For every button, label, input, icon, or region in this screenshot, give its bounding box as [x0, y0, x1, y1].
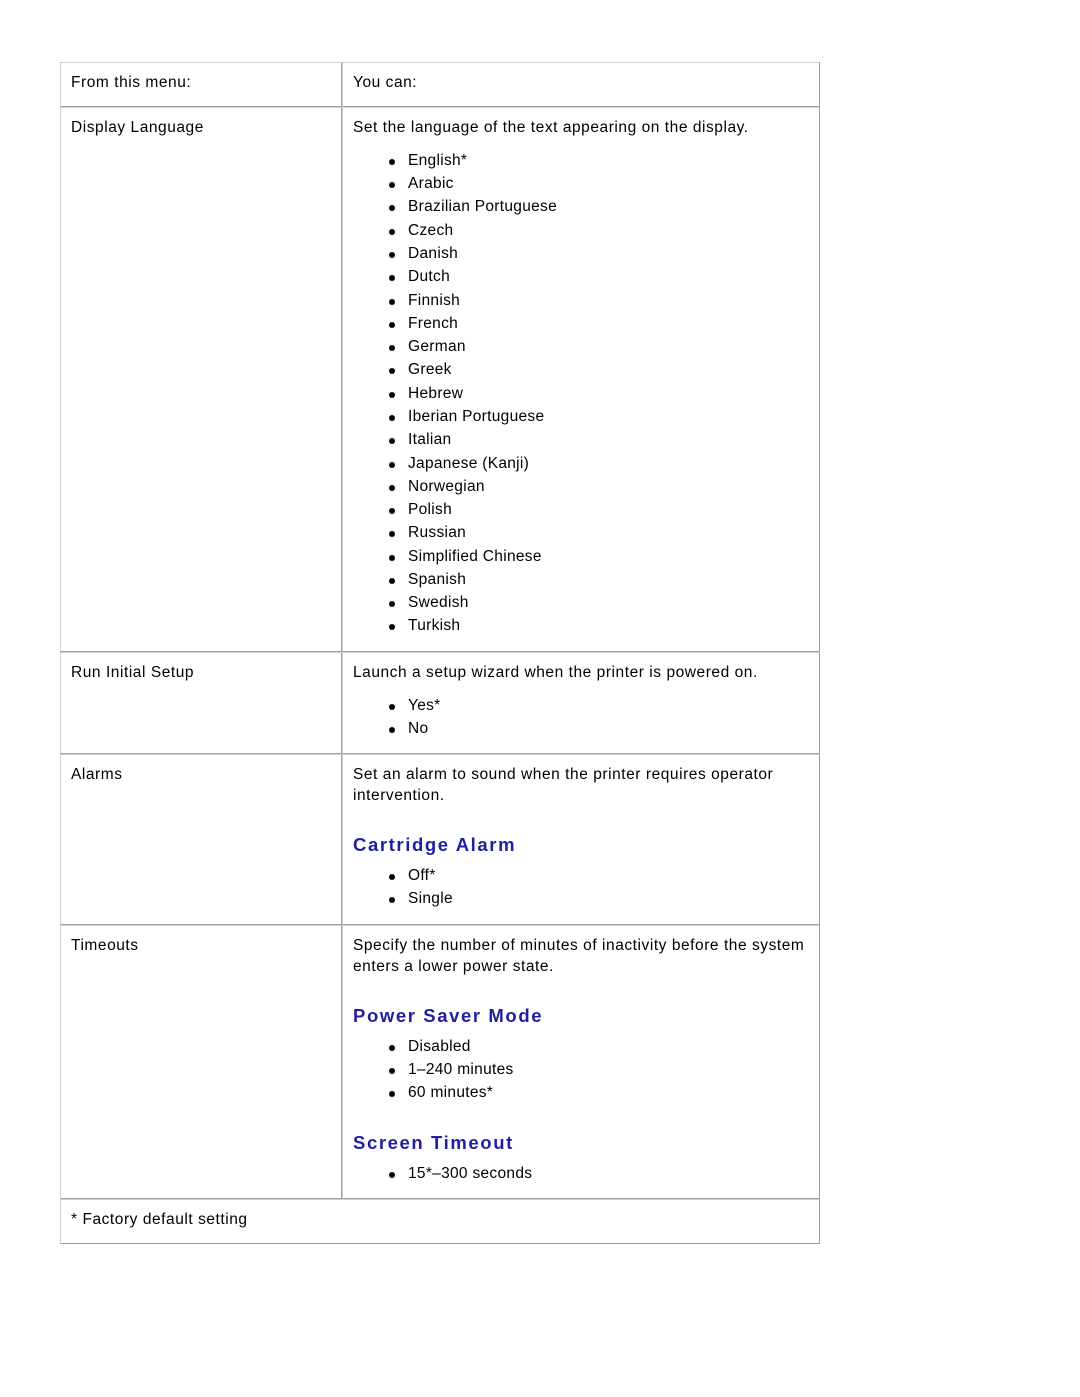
table-header-row: From this menu: You can:: [60, 62, 820, 107]
table-row: Display Language Set the language of the…: [60, 106, 820, 652]
list-item: 15*–300 seconds: [389, 1163, 809, 1186]
menu-reference-table-container: From this menu: You can: Display Languag…: [60, 62, 820, 1245]
list-item: Polish: [389, 499, 809, 522]
menu-name-alarms: Alarms: [60, 754, 342, 925]
list-item: Czech: [389, 220, 809, 243]
option-list-cartridge-alarm: Off* Single: [353, 865, 809, 911]
list-item: Russian: [389, 522, 809, 545]
column-header-menu: From this menu:: [60, 62, 342, 107]
list-item: Spanish: [389, 569, 809, 592]
option-list-run-initial-setup: Yes* No: [353, 695, 809, 741]
option-list-power-saver-mode: Disabled 1–240 minutes 60 minutes*: [353, 1036, 809, 1105]
table-row: Run Initial Setup Launch a setup wizard …: [60, 651, 820, 755]
list-item: Hebrew: [389, 383, 809, 406]
list-item: Norwegian: [389, 476, 809, 499]
description-text: Launch a setup wizard when the printer i…: [353, 663, 758, 681]
list-item: Swedish: [389, 592, 809, 615]
list-item: Greek: [389, 359, 809, 382]
menu-name-display-language: Display Language: [60, 106, 342, 652]
list-item: No: [389, 718, 809, 741]
list-item: French: [389, 313, 809, 336]
list-item: Simplified Chinese: [389, 546, 809, 569]
subsection-heading-power-saver-mode: Power Saver Mode: [353, 1004, 544, 1026]
menu-description-display-language: Set the language of the text appearing o…: [342, 106, 820, 652]
list-item: Finnish: [389, 290, 809, 313]
list-item: Single: [389, 888, 809, 911]
document-page: From this menu: You can: Display Languag…: [0, 0, 1080, 1397]
subsection-heading-screen-timeout: Screen Timeout: [353, 1132, 514, 1154]
list-item: 1–240 minutes: [389, 1059, 809, 1082]
factory-default-footnote: * Factory default setting: [60, 1199, 820, 1245]
option-list-display-language: English* Arabic Brazilian Portuguese Cze…: [353, 150, 809, 638]
menu-description-timeouts: Specify the number of minutes of inactiv…: [342, 924, 820, 1200]
option-list-screen-timeout: 15*–300 seconds: [353, 1163, 809, 1186]
description-text: Set an alarm to sound when the printer r…: [353, 766, 774, 805]
menu-name-timeouts: Timeouts: [60, 924, 342, 1200]
list-item: Dutch: [389, 266, 809, 289]
list-item: Italian: [389, 429, 809, 452]
list-item: Yes*: [389, 695, 809, 718]
list-item: German: [389, 336, 809, 359]
list-item: Disabled: [389, 1036, 809, 1059]
menu-description-alarms: Set an alarm to sound when the printer r…: [342, 754, 820, 925]
description-text: Specify the number of minutes of inactiv…: [353, 936, 805, 975]
table-row: Alarms Set an alarm to sound when the pr…: [60, 754, 820, 925]
table-footer-row: * Factory default setting: [60, 1199, 820, 1245]
menu-reference-table: From this menu: You can: Display Languag…: [60, 62, 820, 1245]
list-item: Turkish: [389, 615, 809, 638]
list-item: Off*: [389, 865, 809, 888]
table-row: Timeouts Specify the number of minutes o…: [60, 924, 820, 1200]
description-text: Set the language of the text appearing o…: [353, 118, 749, 136]
list-item: Brazilian Portuguese: [389, 196, 809, 219]
list-item: Arabic: [389, 173, 809, 196]
list-item: Iberian Portuguese: [389, 406, 809, 429]
menu-description-run-initial-setup: Launch a setup wizard when the printer i…: [342, 651, 820, 755]
list-item: Danish: [389, 243, 809, 266]
list-item: English*: [389, 150, 809, 173]
column-header-description: You can:: [342, 62, 820, 107]
menu-name-run-initial-setup: Run Initial Setup: [60, 651, 342, 755]
list-item: Japanese (Kanji): [389, 453, 809, 476]
list-item: 60 minutes*: [389, 1082, 809, 1105]
subsection-heading-cartridge-alarm: Cartridge Alarm: [353, 834, 517, 856]
